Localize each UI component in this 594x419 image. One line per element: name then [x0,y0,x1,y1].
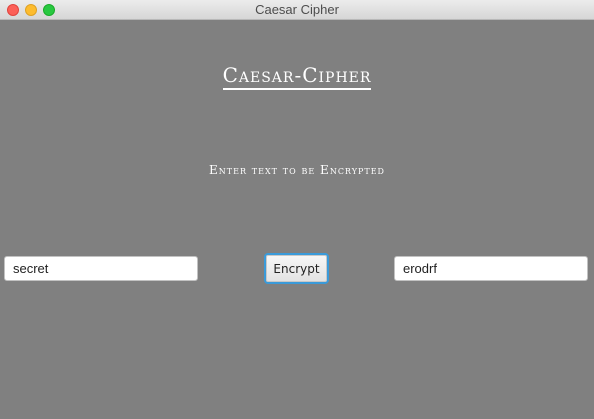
plaintext-input[interactable] [4,256,198,281]
app-window: Caesar Cipher Caesar-Cipher Enter text t… [0,0,594,419]
page-title-text: Caesar-Cipher [222,63,372,90]
page-title: Caesar-Cipher [0,62,594,90]
window-title: Caesar Cipher [255,2,339,17]
encrypt-button[interactable]: Encrypt [264,253,329,284]
title-bar[interactable]: Caesar Cipher [0,0,594,20]
ciphertext-output[interactable] [394,256,588,281]
instruction-label: Enter text to be Encrypted [209,163,385,177]
